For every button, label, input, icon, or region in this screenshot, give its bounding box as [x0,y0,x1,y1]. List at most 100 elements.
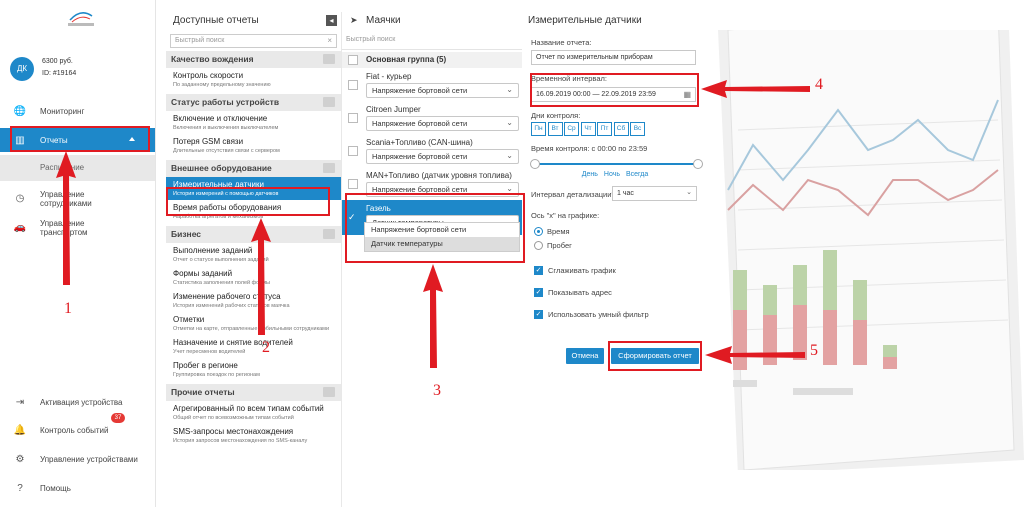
report-item[interactable]: Назначение и снятие водителей Учет пересм… [166,335,341,358]
report-item[interactable]: Потеря GSM связи Длительные отсутствия св… [166,134,341,157]
report-category-header: Прочие отчеты [166,384,341,401]
chevron-down-icon: ⌄ [506,118,513,127]
detail-select[interactable]: 1 час ⌄ [612,186,697,201]
nav-item-monitoring[interactable]: 🌐 Мониторинг [0,99,155,123]
label-line: Управление [40,218,85,228]
report-item[interactable]: Изменение рабочего статуса История измене… [166,289,341,312]
search-placeholder: Быстрый поиск [175,37,225,44]
reports-panel-title: Доступные отчеты [173,15,259,26]
chat-icon[interactable] [323,54,335,64]
day-toggle[interactable]: Сб [613,122,629,136]
day-toggle[interactable]: Чт [580,122,596,136]
smart-filter-checkbox[interactable]: ✓ Использовать умный фильтр [522,307,708,321]
sensor-select[interactable]: Напряжение бортовой сети ⌄ [366,149,519,164]
beacon-name: Fiat - курьер [366,72,412,81]
nav-item-staff[interactable]: ◷ Управление сотрудниками [0,185,155,213]
beacon-row[interactable]: Citroen Jumper Напряжение бортовой сети ⌄ [342,101,522,131]
annotation-box-4 [530,73,699,107]
time-range-slider[interactable] [530,159,703,169]
report-item[interactable]: Отметки Отметки на карте, отправленные мо… [166,312,341,335]
report-item-title: Выполнение заданий [173,246,253,255]
show-address-checkbox[interactable]: ✓ Показывать адрес [522,285,708,299]
reports-search-input[interactable]: Быстрый поиск × [170,34,337,48]
report-item[interactable]: Выполнение заданий Отчет о статусе выполн… [166,243,341,266]
check-icon[interactable]: ✓ [534,265,543,275]
report-item[interactable]: SMS-запросы местонахождения История запро… [166,424,341,447]
checkbox-label: Сглаживать график [548,265,616,275]
report-item-description: Длительные отсутствия связи с сервером [173,148,280,154]
chat-icon[interactable] [323,387,335,397]
report-illustration [718,30,1024,470]
nav-item-label: Управление транспортом [40,219,88,237]
cancel-button[interactable]: Отмена [566,348,604,364]
radio-label: Время [547,226,570,236]
chat-icon[interactable] [323,163,335,173]
beacon-checkbox[interactable] [348,80,358,90]
beacons-search-input[interactable]: Быстрый поиск [342,36,522,50]
day-toggle[interactable]: Вс [630,122,645,136]
axis-mileage-radio[interactable]: Пробег [522,238,708,252]
beacon-row[interactable]: Fiat - курьер Напряжение бортовой сети ⌄ [342,68,522,98]
preset-night-link[interactable]: Ночь [604,171,620,178]
annotation-number-4: 4 [815,76,823,93]
annotation-box-1 [10,126,150,152]
report-name-input[interactable]: Отчет по измерительным приборам [531,50,696,65]
nav-sub-item-schedule[interactable]: Расписание [0,155,155,181]
chat-icon[interactable] [323,97,335,107]
axis-time-radio[interactable]: Время [522,224,708,238]
day-toggle[interactable]: Пт [597,122,612,136]
category-label: Бизнес [171,229,202,239]
sensor-select[interactable]: Напряжение бортовой сети ⌄ [366,83,519,98]
chat-icon[interactable] [323,229,335,239]
smooth-checkbox[interactable]: ✓ Сглаживать график [522,263,708,277]
login-icon: ⇥ [15,396,25,408]
day-toggle[interactable]: Ср [564,122,579,136]
beacon-checkbox[interactable] [348,179,358,189]
preset-always-link[interactable]: Всегда [626,171,648,178]
radio-dot[interactable] [534,240,543,250]
beacon-checkbox[interactable] [348,146,358,156]
nav-item-devices[interactable]: ⚙ Управление устройствами [0,447,155,471]
report-item[interactable]: Включение и отключение Включения и выключ… [166,111,341,134]
report-item-description: Отметки на карте, отправленные мобильным… [173,326,330,332]
report-item-title: Потеря GSM связи [173,137,244,146]
report-item[interactable]: Пробег в регионе Группировка поездок по р… [166,358,341,381]
radio-label: Пробег [547,240,572,250]
nav-item-activation[interactable]: ⇥ Активация устройства [0,390,155,414]
beacon-checkbox[interactable] [348,113,358,123]
slider-end-handle[interactable] [693,159,703,169]
detail-row: Интервал детализации*: 1 час ⌄ [522,186,708,206]
nav-item-label: Помощь [40,483,71,493]
nav-item-transport[interactable]: 🚗 Управление транспортом [0,214,155,242]
reports-list: Качество вождения Контроль скорости По зад… [166,51,341,447]
slider-track [534,163,699,165]
report-settings-form: Измерительные датчики Название отчета: О… [522,12,708,382]
chevron-down-icon: ⌄ [686,189,692,196]
check-icon[interactable]: ✓ [534,287,543,297]
report-item-title: Отметки [173,315,205,324]
day-toggle[interactable]: Пн [531,122,546,136]
report-item-title: Пробег в регионе [173,361,238,370]
report-item[interactable]: Формы заданий Статистика заполнения полей… [166,266,341,289]
report-item[interactable]: Агрегированный по всем типам событий Общи… [166,401,341,424]
days-toggle-group: Пн Вт Ср Чт Пт Сб Вс [522,122,708,136]
nav-item-help[interactable]: ? Помощь [0,476,155,500]
nav-item-events[interactable]: 🔔 Контроль событий 37 [0,413,155,442]
radio-dot[interactable] [534,226,543,236]
sensor-select[interactable]: Напряжение бортовой сети ⌄ [366,116,519,131]
check-icon[interactable]: ✓ [534,309,543,319]
nav-item-label: Управление сотрудниками [40,190,92,208]
day-toggle[interactable]: Вт [547,122,563,136]
clear-icon[interactable]: × [327,36,332,45]
report-item-title: Формы заданий [173,269,233,278]
beacon-group-row[interactable]: Основная группа (5) [342,52,522,68]
beacons-panel-title: Маячки [366,15,401,26]
days-label: Дни контроля: [531,111,581,120]
avatar[interactable]: ДК [10,57,34,81]
preset-day-link[interactable]: День [582,171,598,178]
slider-start-handle[interactable] [530,159,540,169]
collapse-panel-button[interactable]: ◂ [326,15,337,26]
beacon-row[interactable]: Scania+Топливо (CAN-шина) Напряжение борт… [342,134,522,164]
group-checkbox[interactable] [348,55,358,65]
report-item[interactable]: Контроль скорости По заданному предельном… [166,68,341,91]
